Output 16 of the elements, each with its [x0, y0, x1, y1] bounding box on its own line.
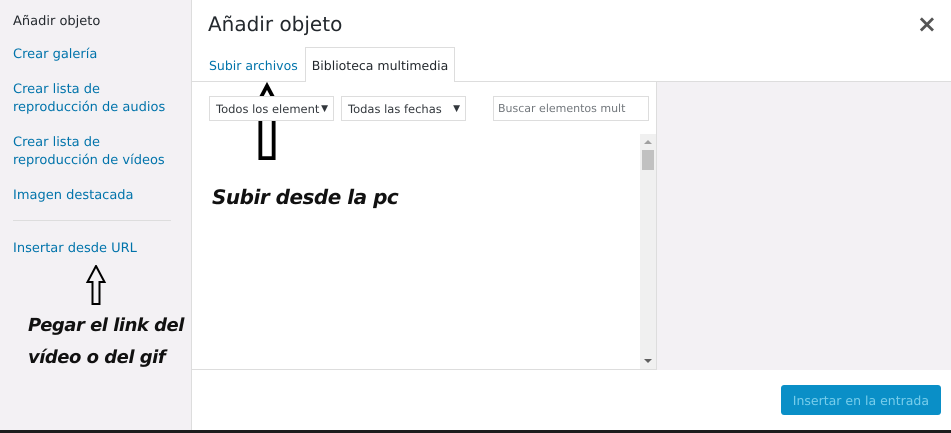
- sidebar-link[interactable]: Crear lista de reproducción de vídeos: [13, 134, 178, 170]
- scrollbar[interactable]: [640, 134, 656, 369]
- sidebar-title: Añadir objeto: [13, 14, 102, 29]
- search-field[interactable]: Buscar elementos mult: [493, 96, 649, 121]
- close-button[interactable]: ×: [912, 10, 941, 38]
- sidebar-link[interactable]: Crear galería: [13, 46, 178, 64]
- sidebar-link[interactable]: Insertar desde URL: [13, 240, 178, 258]
- sidebar-link[interactable]: Crear lista de reproducción de audios: [13, 81, 178, 117]
- annotation-text: Pegar el link del vídeo o del gif: [28, 314, 186, 370]
- modal-title: Añadir objeto: [208, 12, 342, 36]
- sidebar-link[interactable]: Imagen destacada: [13, 187, 178, 205]
- annotation-text: Subir desde la pc: [212, 185, 398, 209]
- tab[interactable]: Biblioteca multimedia: [304, 47, 456, 82]
- filter-dropdown[interactable]: Todas las fechas ▼: [341, 96, 466, 121]
- tab[interactable]: Subir archivos: [202, 47, 305, 82]
- filter-dropdown[interactable]: Todos los element▼: [209, 96, 334, 121]
